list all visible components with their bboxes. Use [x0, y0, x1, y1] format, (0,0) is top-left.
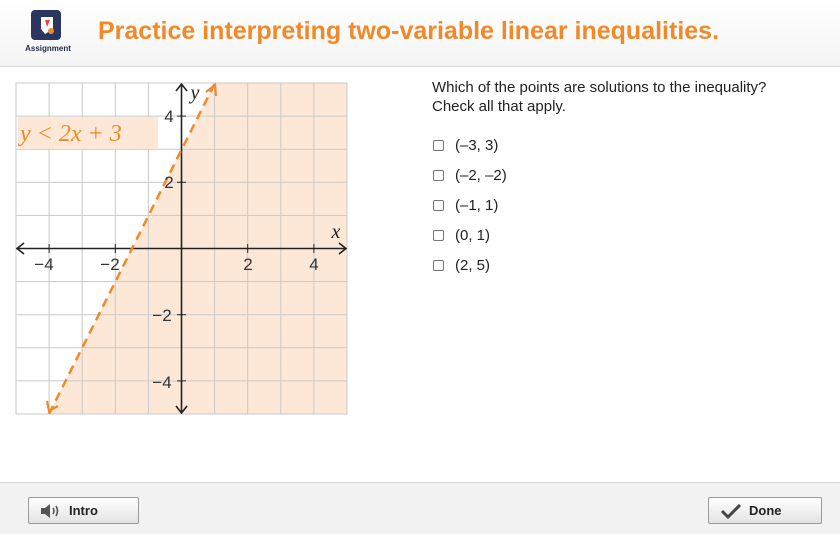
- option-1[interactable]: (–3, 3): [433, 130, 507, 160]
- inequality-label: y < 2x + 3: [18, 121, 122, 147]
- question-text: Which of the points are solutions to the…: [432, 78, 766, 116]
- option-4[interactable]: (0, 1): [433, 220, 507, 250]
- option-label: (–2, –2): [455, 166, 507, 184]
- y-tick-4: 4: [164, 107, 173, 126]
- x-tick-4: 4: [309, 255, 318, 274]
- option-label: (–1, 1): [455, 196, 499, 214]
- assignment-icon: [31, 10, 61, 40]
- answer-options: (–3, 3) (–2, –2) (–1, 1) (0, 1) (2, 5): [433, 130, 507, 280]
- checkmark-icon: [719, 501, 743, 521]
- option-label: (0, 1): [455, 226, 491, 244]
- x-tick-neg4: −4: [34, 255, 53, 274]
- x-tick-neg2: −2: [100, 255, 119, 274]
- option-3[interactable]: (–1, 1): [433, 190, 507, 220]
- done-label: Done: [749, 503, 782, 518]
- header: Assignment Practice interpreting two-var…: [0, 0, 840, 67]
- footer-bar: Intro Done: [0, 482, 840, 534]
- option-label: (2, 5): [455, 256, 491, 274]
- checkbox[interactable]: [433, 169, 444, 181]
- y-tick-neg4: −4: [152, 373, 171, 392]
- option-5[interactable]: (2, 5): [433, 250, 507, 280]
- x-tick-2: 2: [243, 255, 252, 274]
- checkbox[interactable]: [433, 229, 444, 241]
- intro-label: Intro: [69, 503, 98, 518]
- y-tick-neg2: −2: [152, 306, 171, 325]
- speaker-icon: [39, 501, 63, 521]
- done-button[interactable]: Done: [708, 497, 822, 524]
- y-axis-label: y: [189, 82, 200, 104]
- checkbox[interactable]: [433, 139, 444, 151]
- checkbox[interactable]: [433, 199, 444, 211]
- question-line-2: Check all that apply.: [432, 98, 566, 115]
- page-title: Practice interpreting two-variable linea…: [98, 17, 720, 45]
- checkbox[interactable]: [433, 259, 444, 271]
- option-label: (–3, 3): [455, 136, 499, 154]
- y-tick-2: 2: [164, 173, 173, 192]
- x-axis-label: x: [331, 221, 341, 243]
- intro-button[interactable]: Intro: [28, 497, 139, 524]
- question-line-1: Which of the points are solutions to the…: [432, 79, 767, 96]
- assignment-logo: Assignment: [22, 10, 74, 56]
- logo-label: Assignment: [25, 44, 71, 53]
- option-2[interactable]: (–2, –2): [433, 160, 507, 190]
- graph-svg: −4 −2 2 4 4 2 −2 −4 x y y < 2x + 3: [15, 82, 348, 415]
- inequality-graph: −4 −2 2 4 4 2 −2 −4 x y y < 2x + 3: [14, 80, 354, 425]
